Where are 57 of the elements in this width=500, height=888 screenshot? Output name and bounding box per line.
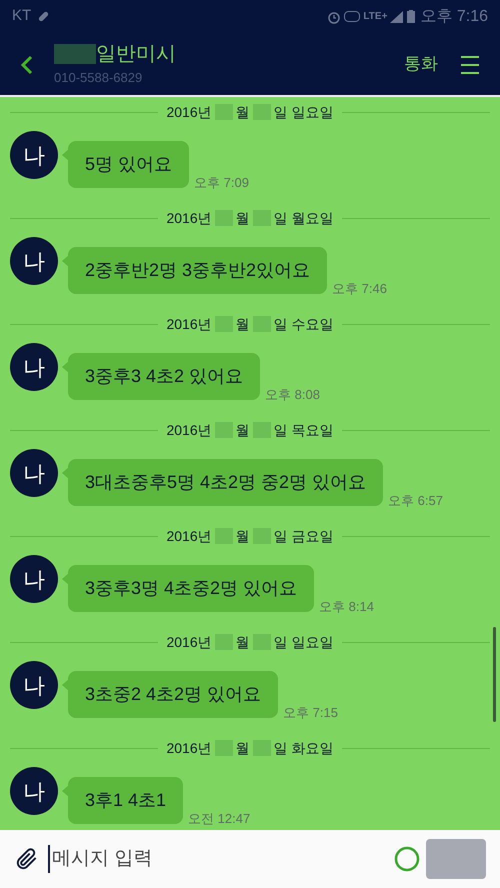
alarm-icon (327, 10, 342, 24)
redaction-block (54, 44, 96, 64)
date-day: 일 일요일 (274, 632, 334, 652)
scrollbar[interactable] (493, 627, 496, 722)
message-bubble: 3중후3 4초2 있어요 (68, 353, 260, 400)
date-month: 월 (236, 526, 250, 546)
contact-name: 일반미시 (96, 42, 176, 67)
message-bubble: 3대초중후5명 4초2명 중2명 있어요 (68, 459, 384, 506)
date-year: 2016년 (166, 632, 212, 652)
date-year: 2016년 (166, 102, 212, 122)
carrier: KT (12, 6, 32, 26)
date-day: 일 월요일 (274, 208, 334, 228)
date-month: 월 (236, 632, 250, 652)
back-icon[interactable] (20, 55, 34, 75)
message-bubble: 3초중2 4초2명 있어요 (68, 671, 278, 718)
date-day: 일 수요일 (274, 314, 334, 334)
avatar[interactable]: 나 (10, 343, 58, 391)
avatar[interactable]: 나 (10, 449, 58, 497)
date-year: 2016년 (166, 738, 212, 758)
date-day: 일 화요일 (274, 738, 334, 758)
avatar[interactable]: 나 (10, 767, 58, 815)
emoticon-icon[interactable] (394, 846, 420, 872)
message-time: 오후 8:14 (319, 598, 374, 616)
message-bubble: 3후1 4초1 (68, 777, 184, 824)
battery-icon (407, 10, 416, 23)
date-month: 월 (236, 420, 250, 440)
menu-icon[interactable] (460, 55, 480, 75)
call-button[interactable]: 통화 (404, 51, 438, 76)
message-bubble: 3중후3명 4초중2명 있어요 (68, 565, 314, 612)
date-year: 2016년 (166, 526, 212, 546)
avatar[interactable]: 나 (10, 237, 58, 285)
date-month: 월 (236, 314, 250, 334)
date-day: 일 일요일 (274, 102, 334, 122)
date-year: 2016년 (166, 208, 212, 228)
message-time: 오전 12:47 (188, 810, 250, 828)
date-month: 월 (236, 738, 250, 758)
message-time: 오후 7:46 (332, 280, 387, 298)
phone-number: 010-5588-6829 (54, 69, 144, 87)
message-time: 오후 7:09 (194, 174, 249, 192)
message-bubble: 5명 있어요 (68, 141, 190, 188)
date-day: 일 목요일 (274, 420, 334, 440)
date-year: 2016년 (166, 314, 212, 334)
clock: 오후 7:16 (420, 6, 488, 26)
date-day: 일 금요일 (274, 526, 334, 546)
network-type: LTE+ (363, 10, 388, 24)
avatar[interactable]: 나 (10, 131, 58, 179)
avatar[interactable]: 나 (10, 555, 58, 603)
date-month: 월 (236, 102, 250, 122)
message-bubble: 2중후반2명 3중후반2있어요 (68, 247, 328, 294)
avatar[interactable]: 나 (10, 661, 58, 709)
message-field[interactable]: 메시지 입력 (48, 844, 394, 874)
message-time: 오후 8:08 (265, 386, 320, 404)
message-time: 오후 7:15 (283, 704, 338, 722)
message-time: 오후 6:57 (388, 492, 443, 510)
signal-icon (390, 10, 404, 22)
date-month: 월 (236, 208, 250, 228)
date-year: 2016년 (166, 420, 212, 440)
